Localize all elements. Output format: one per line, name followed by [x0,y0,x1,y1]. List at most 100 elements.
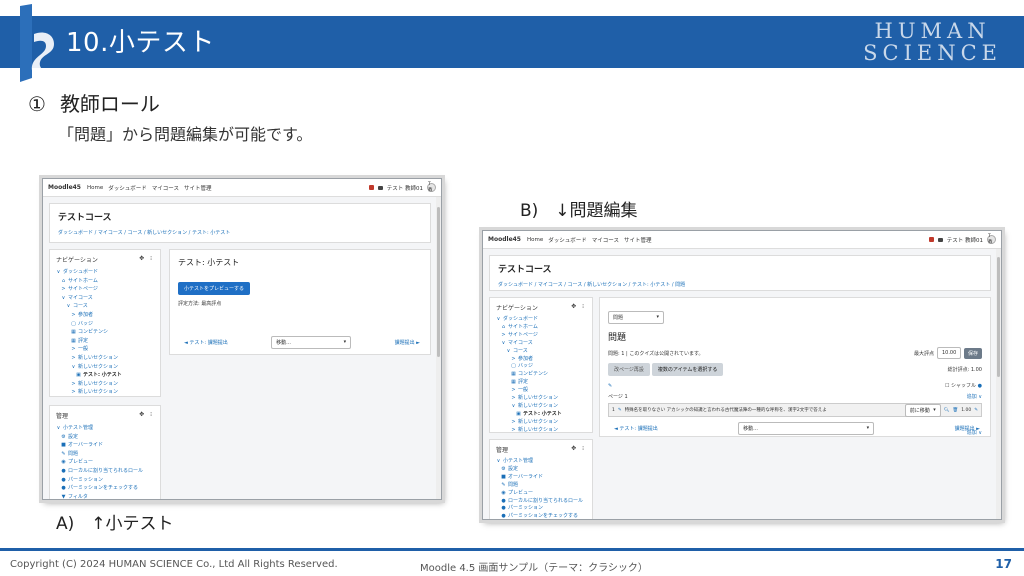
admin-tree-item[interactable]: ◉ プレビュー [496,490,586,498]
admin-tree-item[interactable]: ● パーミッション [56,476,154,485]
page-scrollbar[interactable] [436,197,441,499]
delete-icon[interactable]: 🗑︎ [952,408,958,413]
nav-home[interactable]: Home [527,237,543,243]
user-name[interactable]: テスト 教師01 [947,236,983,244]
admin-tree-item[interactable]: ✎ 問題 [56,450,154,459]
nav-dashboard[interactable]: ダッシュボード [548,236,587,244]
next-activity-link[interactable]: 課題提出 ► [395,339,420,346]
nav-site-admin[interactable]: サイト管理 [184,184,212,192]
preview-icon[interactable]: 🔍︎ [944,408,950,413]
page-scrollbar[interactable] [996,249,1001,519]
nav-tree-item-label: マイコース [68,294,93,301]
nav-tree-item[interactable]: > 新しいセクション [56,354,154,363]
nav-my-courses[interactable]: マイコース [592,236,619,244]
nav-tree-item[interactable]: > 一般 [496,387,586,395]
admin-tree-item[interactable]: ● ローカルに割り当てられるロール [56,467,154,476]
select-multiple-button[interactable]: 複数のアイテムを選択する [651,363,724,376]
admin-tree-item[interactable]: ● パーミッションをチェックする [56,484,154,493]
nav-tree-item[interactable]: ∨ コース [496,348,586,356]
edit-pencil-icon[interactable]: ✎ [608,383,612,389]
nav-home[interactable]: Home [87,185,103,191]
prev-activity-link[interactable]: ◄ テスト: 課題提出 [184,339,228,346]
chevron-down-icon: ▾ [656,314,659,320]
block-controls-icon[interactable]: ✥ ⁝ [571,303,586,312]
admin-tree-item[interactable]: ◉ プレビュー [56,458,154,467]
block-controls-icon[interactable]: ✥ ⁝ [571,445,586,454]
admin-tree-item[interactable]: ✎ 問題 [496,482,586,490]
admin-tree-item[interactable]: ⚙ 設定 [56,433,154,442]
nav-tree-item-label: マイコース [508,339,533,346]
help-icon[interactable]: ● [978,383,982,389]
avatar[interactable]: T教 [427,182,436,193]
notification-bell-icon[interactable] [368,185,374,190]
block-controls-icon[interactable]: ✥ ⁝ [139,411,154,420]
nav-tree-item[interactable]: > 新しいセクション [56,380,154,389]
nav-tree-item[interactable]: > サイトページ [496,332,586,340]
nav-tree-item[interactable]: ▣ テスト: 小テスト [496,411,586,419]
admin-tree-item[interactable]: ▼ フィルタ [56,493,154,499]
nav-tree-item[interactable]: > 参加者 [496,356,586,364]
nav-my-courses[interactable]: マイコース [152,184,179,192]
add-menu-link[interactable]: 追加 ∨ [967,393,982,400]
breadcrumb[interactable]: ダッシュボード / マイコース / コース / 新しいセクション / テスト: … [498,281,982,288]
max-grade-input[interactable]: 10.00 [936,347,961,359]
nav-tree-item[interactable]: > 新しいセクション [496,427,586,435]
moodle-site-name[interactable]: Moodle45 [488,236,521,243]
jump-to-select[interactable]: 移動... ▾ [271,336,352,349]
nav-tree-item[interactable]: > サイトページ [56,285,154,294]
admin-tree-item[interactable]: ● パーミッションをチェックする [496,513,586,519]
nav-tree-item[interactable]: > 新しいセクション [496,419,586,427]
nav-tree-item[interactable]: ⌂ サイトホーム [56,277,154,286]
nav-tree-item[interactable]: > 新しいセクション [496,395,586,403]
admin-tree-item-label: 設定 [68,433,79,440]
nav-tree-item[interactable]: ∨ ダッシュボード [496,316,586,324]
nav-tree-item[interactable]: > 参加者 [56,311,154,320]
save-button[interactable]: 保存 [963,347,982,359]
nav-tree-item[interactable]: ∨ マイコース [496,340,586,348]
admin-tree-item[interactable]: ■ オーバーライド [56,441,154,450]
tree-node-icon: > [501,331,506,338]
nav-tree-item[interactable]: > 新しいセクション [56,388,154,397]
require-previous-select[interactable]: 前に移動 ▾ [904,403,941,417]
admin-tree-item[interactable]: ■ オーバーライド [496,474,586,482]
nav-tree-item[interactable]: ▦ 評定 [496,379,586,387]
message-icon[interactable] [937,237,943,242]
user-name[interactable]: テスト 教師01 [387,184,423,192]
admin-block-title: 管理 [496,447,509,454]
nav-tree-item[interactable]: ∨ 新しいセクション [56,363,154,372]
quiz-page-select[interactable]: 問題 ▾ [608,311,664,324]
admin-tree-item[interactable]: ∨ 小テスト管理 [496,458,586,466]
nav-tree-item[interactable]: ▦ コンピテンシ [496,371,586,379]
message-icon[interactable] [377,185,383,190]
nav-tree-item[interactable]: ▢ バッジ [56,320,154,329]
notification-bell-icon[interactable] [928,237,934,242]
nav-tree-item[interactable]: ▦ コンピテンシ [56,328,154,337]
next-activity-link[interactable]: 課題提出 ► [955,425,980,432]
question-text[interactable]: 特殊名を取りなさい アカシックの知識と言われる古代魔法陣の一種的な呼称を、漢字2… [625,407,902,413]
nav-tree-item[interactable]: ▣ テスト: 小テスト [56,371,154,380]
admin-tree-item[interactable]: ⚙ 設定 [496,466,586,474]
nav-tree-item[interactable]: ∨ コース [56,302,154,311]
avatar[interactable]: T教 [987,234,996,245]
shuffle-label: シャッフル [951,383,977,389]
nav-site-admin[interactable]: サイト管理 [624,236,652,244]
repaginate-button[interactable]: 改ページ再設 [608,363,650,376]
admin-tree-item[interactable]: ∨ 小テスト管理 [56,424,154,433]
nav-tree-item[interactable]: ⌂ サイトホーム [496,324,586,332]
nav-tree-item[interactable]: ∨ マイコース [56,294,154,303]
prev-activity-link[interactable]: ◄ テスト: 課題提出 [614,425,658,432]
nav-dashboard[interactable]: ダッシュボード [108,184,147,192]
jump-to-select[interactable]: 移動... ▾ [738,422,875,435]
nav-tree-item[interactable]: > 一般 [56,345,154,354]
admin-tree-item[interactable]: ● ローカルに割り当てられるロール [496,498,586,506]
block-controls-icon[interactable]: ✥ ⁝ [139,255,154,264]
nav-tree-item[interactable]: ∨ ダッシュボード [56,268,154,277]
nav-tree-item[interactable]: ▦ 評定 [56,337,154,346]
moodle-site-name[interactable]: Moodle45 [48,184,81,191]
preview-quiz-button[interactable]: 小テストをプレビューする [178,282,251,295]
nav-tree-item[interactable]: ∨ 新しいセクション [496,403,586,411]
breadcrumb[interactable]: ダッシュボード / マイコース / コース / 新しいセクション / テスト: … [58,229,422,236]
edit-mark-icon[interactable]: ✎ [974,408,978,413]
question-mark[interactable]: 1.00 [961,408,971,413]
nav-tree-item[interactable]: ▢ バッジ [496,363,586,371]
